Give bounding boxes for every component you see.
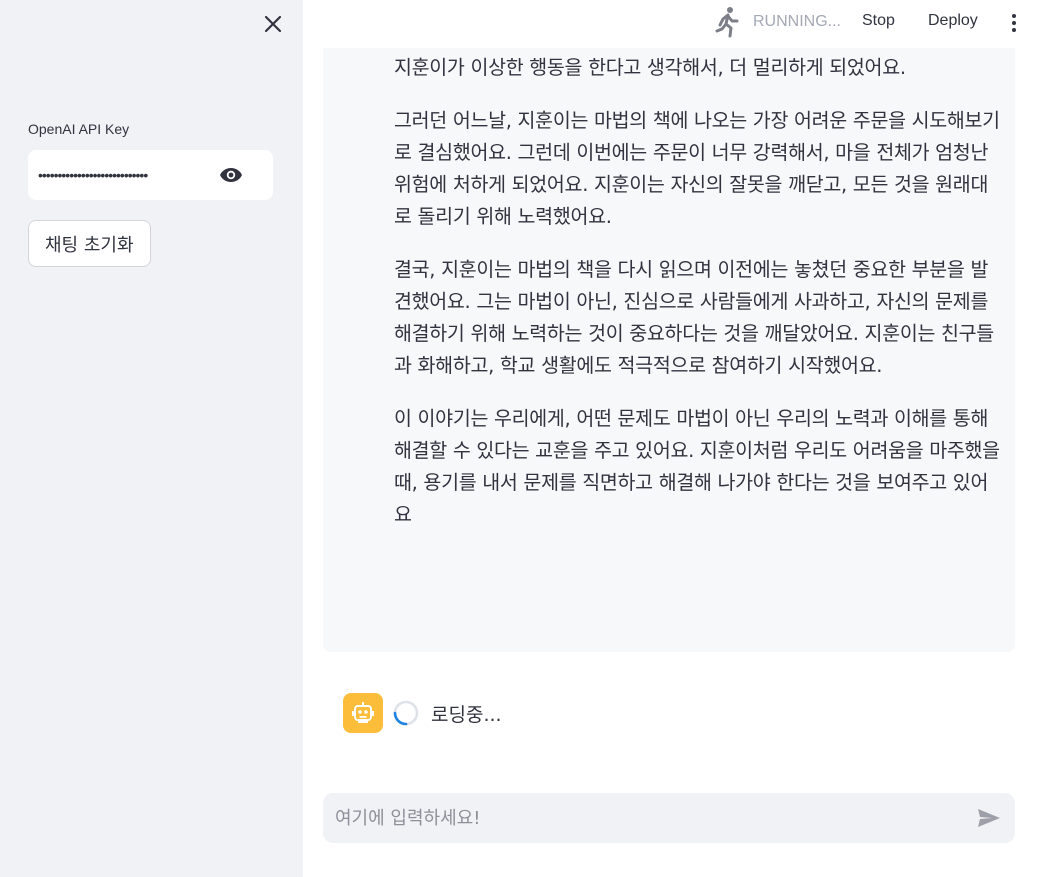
chat-input-container <box>323 793 1015 843</box>
assistant-message: 우리의 능력을 위해 마법을 사용하게 되었어요. 그런데 마법의 힘을 잘못 … <box>323 48 1015 652</box>
running-man-icon <box>715 7 739 38</box>
send-button[interactable] <box>975 805 1003 831</box>
main-menu-button[interactable] <box>1006 10 1022 36</box>
stop-button[interactable]: Stop <box>862 12 895 30</box>
eye-icon <box>220 168 242 182</box>
message-paragraph: 그러던 어느날, 지훈이는 마법의 책에 나오는 가장 어려운 주문을 시도해보… <box>394 109 1000 228</box>
api-key-field-container <box>28 150 273 200</box>
chat-input[interactable] <box>335 793 955 843</box>
close-icon <box>264 15 282 33</box>
api-key-input[interactable] <box>38 150 213 200</box>
send-icon <box>978 809 1000 827</box>
robot-icon <box>352 702 374 723</box>
toggle-visibility-button[interactable] <box>218 162 244 188</box>
loading-text: 로딩중... <box>431 704 502 726</box>
deploy-button[interactable]: Deploy <box>928 12 978 30</box>
close-sidebar-button[interactable] <box>260 11 286 37</box>
chat-message-area[interactable]: 우리의 능력을 위해 마법을 사용하게 되었어요. 그런데 마법의 힘을 잘못 … <box>303 48 1040 658</box>
app: OpenAI API Key 채팅 초기화 RUNNING... Stop De… <box>0 0 1040 877</box>
reset-chat-button[interactable]: 채팅 초기화 <box>28 220 151 267</box>
kebab-menu-icon <box>1012 14 1016 18</box>
api-key-label: OpenAI API Key <box>28 121 130 137</box>
message-paragraph: 이 이야기는 우리에게, 어떤 문제도 마법이 아닌 우리의 노력과 이해를 통… <box>394 407 1000 526</box>
header-toolbar: RUNNING... Stop Deploy <box>303 0 1040 48</box>
assistant-message-body: 우리의 능력을 위해 마법을 사용하게 되었어요. 그런데 마법의 힘을 잘못 … <box>394 48 1002 552</box>
message-paragraph: 결국, 지훈이는 마법의 책을 다시 읽으며 이전에는 놓쳤던 중요한 부분을 … <box>394 258 994 377</box>
message-paragraph: 우리의 능력을 위해 마법을 사용하게 되었어요. 그런데 마법의 힘을 잘못 … <box>394 56 906 79</box>
loading-spinner-icon <box>393 700 419 726</box>
status-text: RUNNING... <box>753 13 841 30</box>
bot-avatar <box>343 693 383 733</box>
sidebar: OpenAI API Key 채팅 초기화 <box>0 0 303 877</box>
